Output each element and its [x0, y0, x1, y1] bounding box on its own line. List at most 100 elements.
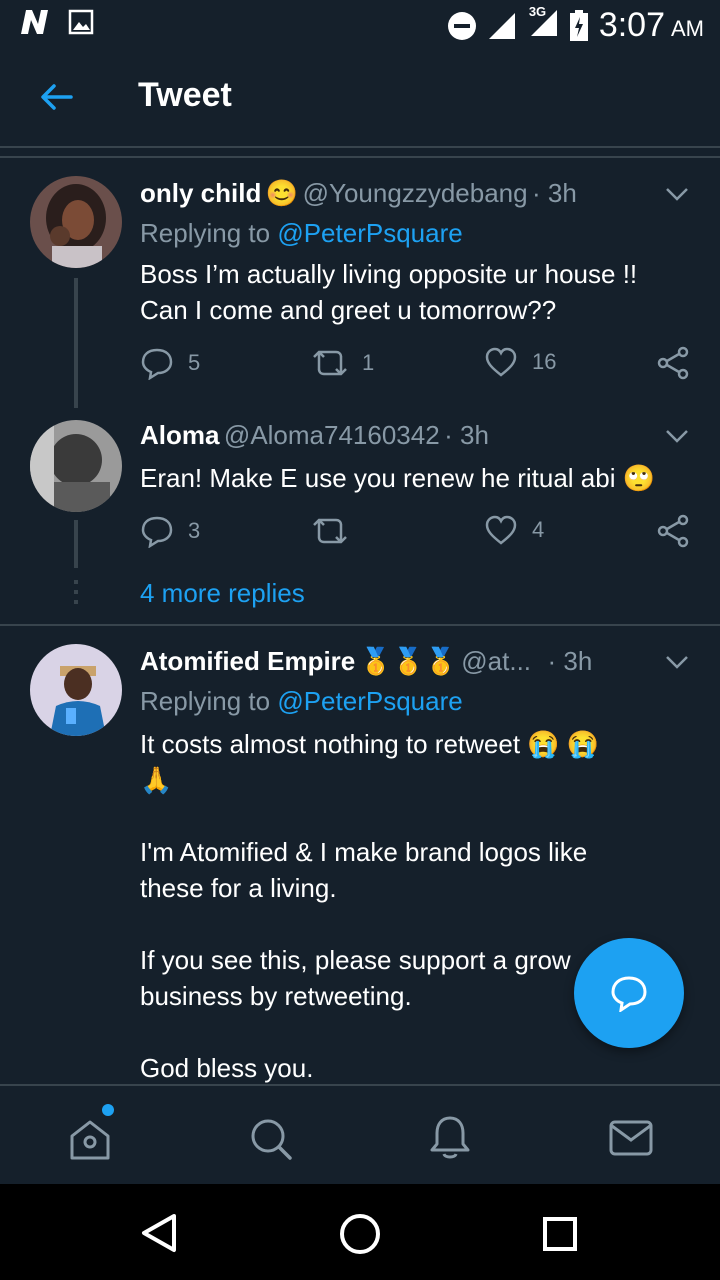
avatar[interactable]	[30, 420, 122, 512]
thread-dots	[74, 580, 78, 610]
replying-to-link[interactable]: @PeterPsquare	[277, 686, 462, 716]
back-arrow-icon[interactable]	[38, 80, 74, 114]
share-button[interactable]	[656, 514, 690, 548]
image-notification-icon	[68, 9, 94, 35]
chevron-down-icon[interactable]	[664, 426, 690, 446]
clock: 3:07 AM	[599, 6, 704, 45]
status-bar: 3G 3:07 AM	[0, 0, 720, 52]
chevron-down-icon[interactable]	[664, 184, 690, 204]
header: Tweet	[0, 52, 720, 148]
avatar-image	[30, 176, 122, 268]
tweet-text-line: Boss I’m actually living opposite ur hou…	[140, 259, 638, 289]
replying-to-link[interactable]: @PeterPsquare	[277, 218, 462, 248]
retweet-button[interactable]	[312, 514, 362, 548]
heart-icon	[485, 347, 517, 377]
avatar[interactable]	[30, 644, 122, 736]
bell-icon[interactable]	[428, 1114, 472, 1162]
signal-icon	[488, 12, 515, 39]
mail-icon[interactable]	[608, 1118, 654, 1158]
n-notification-icon	[21, 10, 48, 34]
like-button[interactable]: 4	[484, 514, 544, 546]
heart-icon	[485, 515, 517, 545]
clock-ampm: AM	[671, 16, 704, 41]
tweet-author-name[interactable]: only child	[140, 178, 261, 208]
compose-reply-icon	[611, 976, 647, 1012]
tweet-time: · 3h	[532, 178, 577, 208]
tweet-author-name[interactable]: Atomified Empire	[140, 646, 355, 676]
tweet-header: Atomified Empire 🥇🥇🥇 @at... · 3h	[140, 646, 640, 680]
tweet-actions: 5 1 16	[140, 346, 700, 384]
tweet-actions: 3 4	[140, 514, 700, 552]
retweet-count: 1	[362, 350, 375, 375]
tweet-text-line: I'm Atomified & I make brand logos like	[140, 837, 588, 867]
page-title: Tweet	[138, 76, 232, 114]
chevron-down-icon[interactable]	[664, 652, 690, 672]
tweet-text-line: It costs almost nothing to retweet 😭 😭	[140, 726, 700, 762]
status-right: 3G 3:07 AM	[447, 4, 704, 45]
retweet-icon	[313, 518, 347, 544]
battery-charging-icon	[569, 9, 588, 41]
recents-square-icon[interactable]	[540, 1214, 580, 1254]
reply-count: 3	[188, 518, 201, 543]
home-circle-icon[interactable]	[338, 1212, 382, 1256]
status-left	[18, 8, 94, 36]
divider	[0, 624, 720, 626]
bottom-nav	[0, 1084, 720, 1186]
like-count: 16	[532, 349, 557, 374]
avatar[interactable]	[30, 176, 122, 268]
tweet-handle[interactable]: @at...	[461, 646, 531, 676]
divider	[0, 156, 720, 158]
network-signal: 3G	[527, 4, 559, 43]
tweet-text-line: God bless you.	[140, 1053, 314, 1083]
share-button[interactable]	[656, 346, 690, 380]
replying-prefix: Replying to	[140, 686, 271, 716]
text-emoji: 🙄	[622, 463, 656, 493]
tweet-header: Aloma @Aloma74160342 · 3h	[140, 420, 700, 454]
replying-prefix: Replying to	[140, 218, 271, 248]
tweet-text-line: Eran! Make E use you renew he ritual abi	[140, 463, 616, 493]
back-triangle-icon[interactable]	[138, 1212, 180, 1254]
like-count: 4	[532, 517, 545, 542]
tweet-handle[interactable]: @Aloma74160342	[224, 420, 440, 450]
tweet-text-span: It costs almost nothing to retweet	[140, 729, 521, 759]
retweet-button[interactable]: 1	[312, 346, 374, 380]
reply-button[interactable]: 3	[140, 514, 200, 548]
reply-icon	[141, 348, 173, 380]
tweet-text-line: Can I come and greet u tomorrow??	[140, 295, 557, 325]
text-emoji: 😭 😭	[527, 729, 600, 759]
replying-to: Replying to @PeterPsquare	[140, 218, 463, 249]
more-replies-link[interactable]: 4 more replies	[140, 578, 305, 609]
tweet-text: Eran! Make E use you renew he ritual abi…	[140, 460, 700, 496]
nav-home[interactable]	[66, 1104, 114, 1167]
avatar-image	[30, 644, 122, 736]
reply-icon	[141, 516, 173, 548]
thread-line	[74, 278, 78, 408]
unread-dot	[102, 1104, 114, 1116]
network-label: 3G	[528, 4, 547, 19]
clock-time: 3:07	[598, 6, 665, 44]
like-button[interactable]: 16	[484, 346, 556, 378]
tweet-header: only child 😊 @Youngzzydebang · 3h	[140, 178, 700, 212]
system-nav-bar	[0, 1184, 720, 1280]
share-icon	[657, 514, 689, 548]
tweet-handle[interactable]: @Youngzzydebang	[303, 178, 528, 208]
tweet-time: · 3h	[444, 420, 489, 450]
tweet-time: · 3h	[547, 646, 593, 676]
name-emoji: 🥇🥇🥇	[359, 646, 457, 676]
text-emoji: 🙏	[140, 765, 173, 795]
reply-count: 5	[188, 350, 201, 375]
reply-button[interactable]: 5	[140, 346, 200, 380]
thread-line	[74, 520, 78, 568]
search-icon[interactable]	[248, 1116, 294, 1162]
home-icon	[70, 1120, 110, 1160]
replying-to: Replying to @PeterPsquare	[140, 686, 463, 717]
name-emoji: 😊	[265, 178, 299, 208]
compose-reply-button[interactable]	[574, 938, 684, 1048]
do-not-disturb-icon	[447, 11, 476, 40]
tweet-author-name[interactable]: Aloma	[140, 420, 219, 450]
share-icon	[657, 346, 689, 380]
retweet-icon	[313, 350, 347, 376]
tweet-text: Boss I’m actually living opposite ur hou…	[140, 256, 700, 328]
